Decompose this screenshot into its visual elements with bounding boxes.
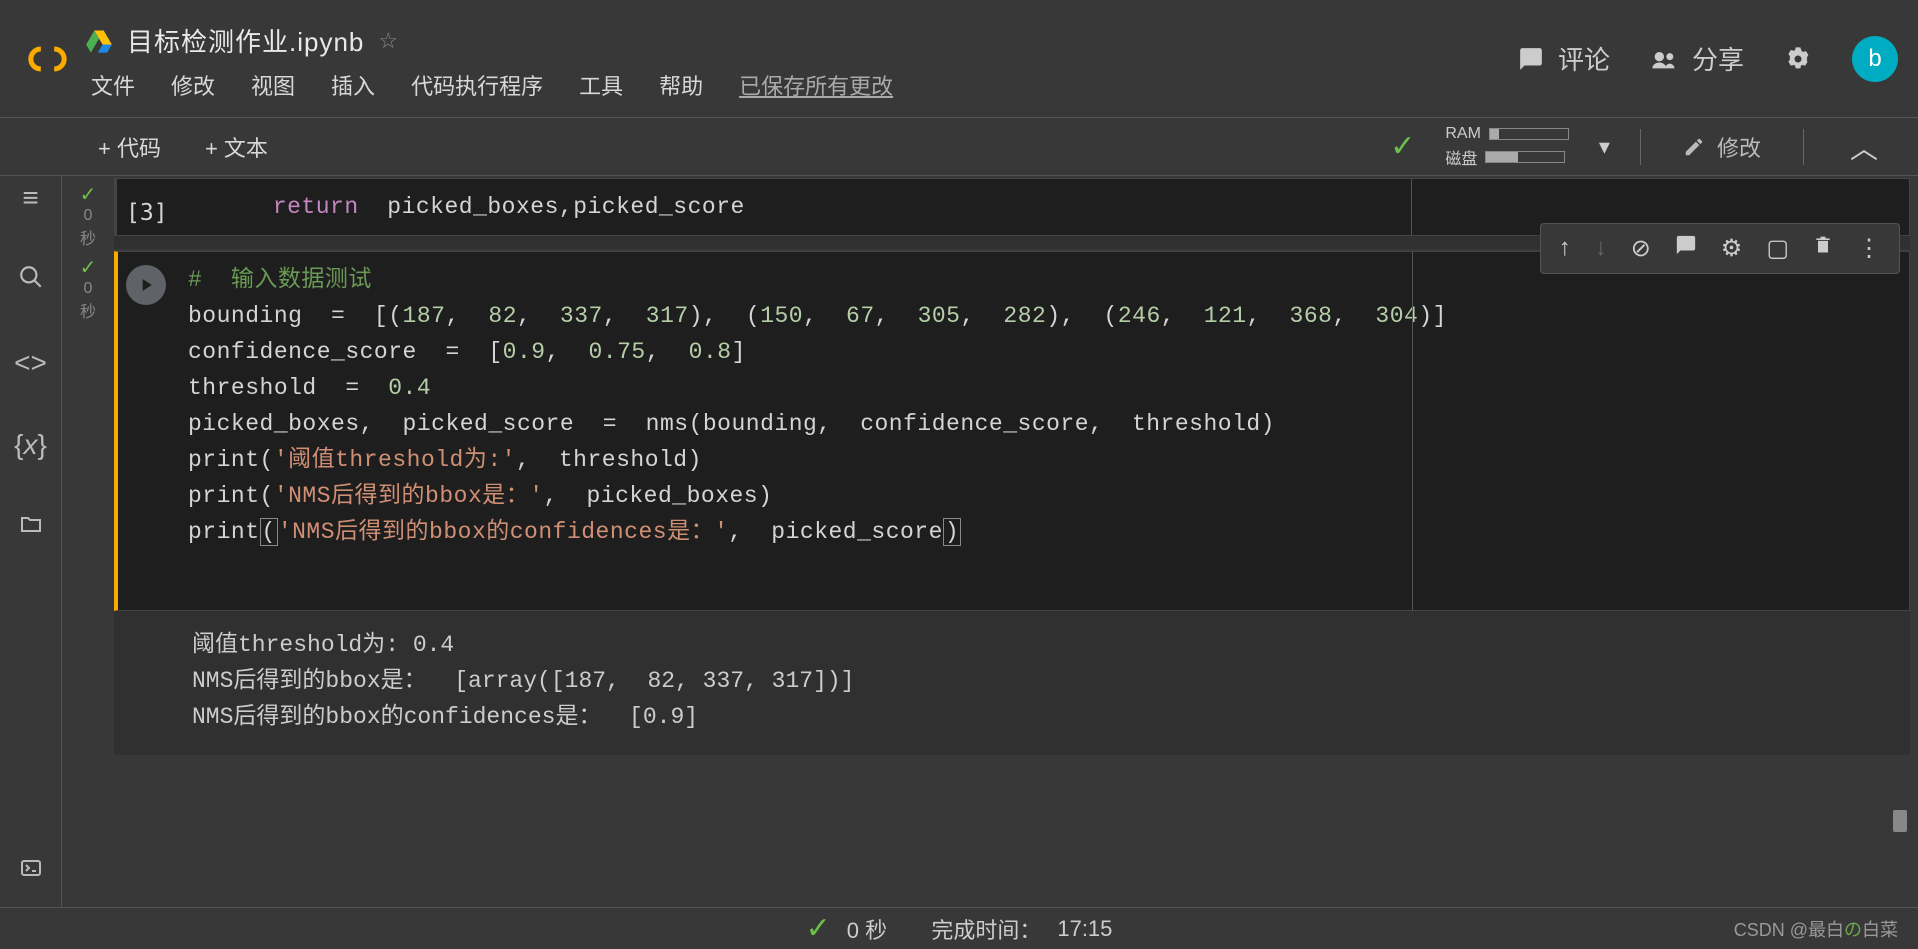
settings-icon[interactable]	[1784, 45, 1812, 73]
menu-bar: 文件 修改 视图 插入 代码执行程序 工具 帮助 已保存所有更改	[85, 67, 1518, 103]
share-label: 分享	[1692, 40, 1744, 77]
resource-dropdown-icon[interactable]: ▾	[1599, 134, 1610, 160]
link-icon[interactable]: ⊘	[1621, 228, 1661, 269]
add-text-button[interactable]: + 文本	[195, 125, 278, 169]
status-check-icon: ✓	[806, 911, 831, 946]
colab-logo	[20, 31, 75, 86]
mirror-cell-icon[interactable]: ▢	[1756, 228, 1799, 269]
divider	[1640, 129, 1641, 165]
disk-label: 磁盘	[1445, 145, 1477, 169]
drive-icon	[85, 27, 113, 55]
search-icon[interactable]	[18, 264, 44, 297]
terminal-icon[interactable]	[19, 855, 43, 887]
cell-settings-icon[interactable]: ⚙	[1711, 228, 1753, 269]
add-code-button[interactable]: + 代码	[88, 125, 171, 169]
move-down-icon[interactable]: ↓	[1585, 228, 1617, 269]
comment-button[interactable]: 评论	[1518, 40, 1610, 77]
left-rail: ≡ <> {x}	[0, 176, 62, 907]
star-icon[interactable]: ☆	[378, 28, 398, 54]
connected-check-icon: ✓	[1390, 129, 1415, 164]
cell-time-unit: 秒	[80, 225, 96, 249]
title-menu-block: 目标检测作业.ipynb ☆ 文件 修改 视图 插入 代码执行程序 工具 帮助 …	[85, 14, 1518, 103]
edit-label: 修改	[1717, 131, 1761, 163]
status-bar: ✓ 0 秒 完成时间： 17:15 CSDN @最白の白菜	[0, 907, 1918, 949]
share-button[interactable]: 分享	[1650, 40, 1744, 77]
menu-tools[interactable]: 工具	[575, 67, 627, 103]
menu-runtime[interactable]: 代码执行程序	[407, 67, 547, 103]
resource-indicator[interactable]: RAM 磁盘	[1445, 125, 1569, 169]
user-avatar[interactable]: b	[1852, 36, 1898, 82]
delete-cell-icon[interactable]	[1803, 228, 1843, 269]
cell-time-unit: 秒	[80, 298, 96, 322]
menu-saved-status: 已保存所有更改	[735, 67, 897, 103]
toc-icon[interactable]: ≡	[22, 182, 38, 214]
edit-mode-button[interactable]: 修改	[1671, 125, 1773, 169]
menu-insert[interactable]: 插入	[327, 67, 379, 103]
cell-time-value: 0	[84, 207, 93, 225]
more-icon[interactable]: ⋮	[1847, 228, 1891, 269]
scrollbar-thumb[interactable]	[1893, 810, 1907, 832]
notebook-area[interactable]: ✓ 0 秒 return picked_boxes,picked_score […	[62, 176, 1918, 907]
menu-view[interactable]: 视图	[247, 67, 299, 103]
status-elapsed: 0 秒	[847, 913, 887, 945]
app-header: 目标检测作业.ipynb ☆ 文件 修改 视图 插入 代码执行程序 工具 帮助 …	[0, 0, 1918, 118]
toolbar: + 代码 + 文本 ✓ RAM 磁盘 ▾ 修改 ︿	[0, 118, 1918, 176]
cell-output: 阈值threshold为: 0.4 NMS后得到的bbox是： [array([…	[114, 611, 1910, 755]
watermark: CSDN @最白の白菜	[1734, 916, 1898, 942]
cell-status-check-icon: ✓	[80, 182, 97, 207]
cell-time-value: 0	[84, 280, 93, 298]
comment-cell-icon[interactable]	[1665, 228, 1707, 269]
code-editor[interactable]: # 输入数据测试 bounding = [(187, 82, 337, 317)…	[118, 252, 1909, 610]
status-done-label: 完成时间：	[931, 913, 1041, 945]
variables-icon[interactable]: {x}	[14, 429, 47, 461]
divider	[1803, 129, 1804, 165]
comment-label: 评论	[1558, 40, 1610, 77]
execution-count: [3]	[126, 200, 168, 226]
ram-label: RAM	[1445, 125, 1481, 143]
file-title[interactable]: 目标检测作业.ipynb	[127, 22, 364, 59]
status-done-time: 17:15	[1057, 916, 1112, 942]
cell-toolbar: ↑ ↓ ⊘ ⚙ ▢ ⋮	[1540, 223, 1900, 274]
code-snippet-icon[interactable]: <>	[14, 347, 47, 379]
move-up-icon[interactable]: ↑	[1549, 228, 1581, 269]
menu-edit[interactable]: 修改	[167, 67, 219, 103]
menu-file[interactable]: 文件	[87, 67, 139, 103]
files-icon[interactable]	[19, 511, 43, 543]
cell-status-check-icon: ✓	[80, 255, 97, 280]
collapse-button[interactable]: ︿	[1834, 121, 1894, 173]
menu-help[interactable]: 帮助	[655, 67, 707, 103]
code-cell-selected: ✓ 0 秒 ↑ ↓ ⊘ ⚙ ▢ ⋮ # 输入数据测试 bounding =	[62, 251, 1910, 755]
